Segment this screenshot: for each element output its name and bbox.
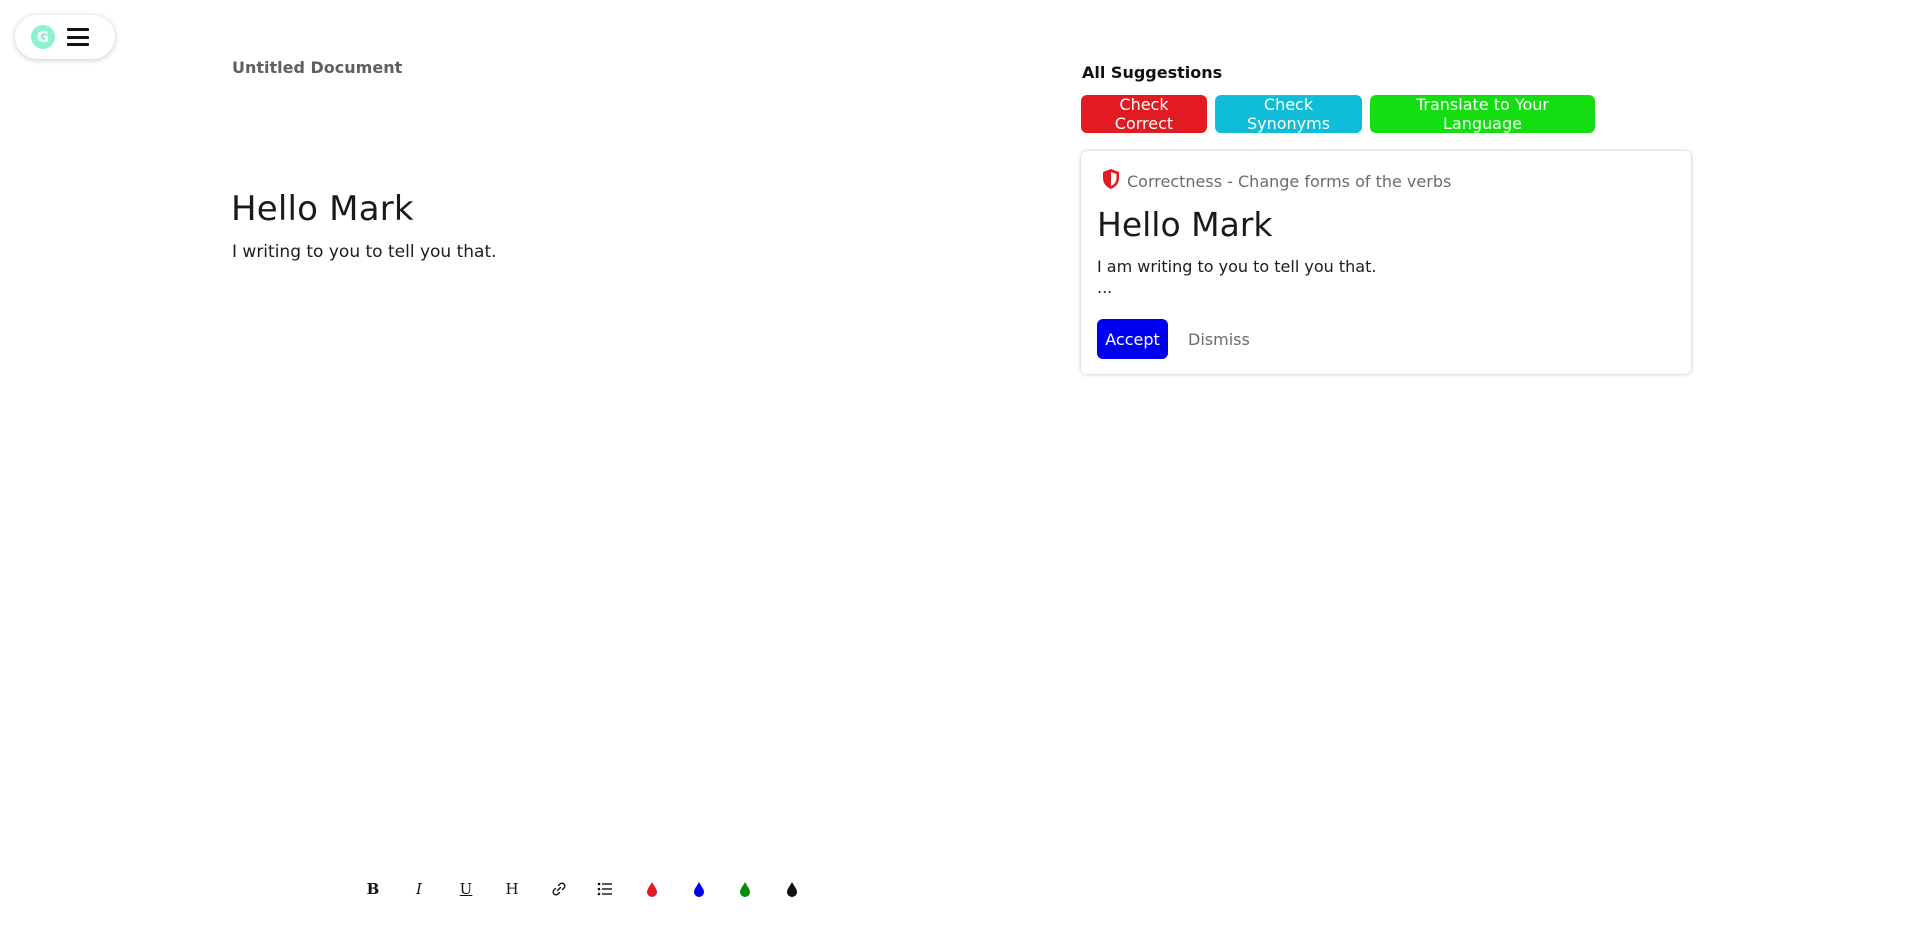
check-synonyms-button[interactable]: Check Synonyms (1215, 95, 1362, 133)
suggestion-heading: Hello Mark (1097, 205, 1273, 244)
check-correct-button[interactable]: Check Correct (1081, 95, 1207, 133)
bold-glyph: B (366, 880, 380, 898)
suggestion-actions: Check Correct Check Synonyms Translate t… (1081, 95, 1595, 133)
dismiss-button[interactable]: Dismiss (1182, 319, 1256, 359)
document-title[interactable]: Untitled Document (232, 58, 402, 77)
italic-icon[interactable]: I (406, 876, 432, 902)
underline-icon[interactable]: U (453, 876, 479, 902)
heading-glyph: H (505, 880, 519, 898)
color-green-icon[interactable] (732, 876, 758, 902)
document-heading[interactable]: Hello Mark (231, 189, 414, 229)
document-body[interactable]: I writing to you to tell you that. (232, 242, 497, 262)
suggestion-category-label: Correctness - Change forms of the verbs (1127, 171, 1452, 191)
hamburger-menu-icon[interactable] (67, 26, 89, 48)
shield-icon (1101, 168, 1121, 194)
formatting-toolbar: B I U H (0, 876, 1920, 902)
bold-icon[interactable]: B (360, 876, 386, 902)
translate-button[interactable]: Translate to Your Language (1370, 95, 1595, 133)
list-icon[interactable] (592, 876, 618, 902)
logo-letter: G (36, 27, 50, 46)
link-icon[interactable] (546, 876, 572, 902)
color-red-icon[interactable] (639, 876, 665, 902)
suggestion-ellipsis: ... (1097, 278, 1113, 297)
suggestion-category: Correctness - Change forms of the verbs (1101, 168, 1451, 194)
top-nav-pill: G (15, 15, 115, 59)
suggestion-text: I am writing to you to tell you that. (1097, 257, 1377, 276)
heading-icon[interactable]: H (499, 876, 525, 902)
page: G Untitled Document Hello Mark I writing… (0, 0, 1920, 931)
suggestion-card: Correctness - Change forms of the verbs … (1081, 151, 1691, 374)
color-blue-icon[interactable] (686, 876, 712, 902)
underline-glyph: U (459, 880, 473, 898)
accept-button[interactable]: Accept (1097, 319, 1168, 359)
app-logo-icon[interactable]: G (31, 25, 55, 49)
suggestions-title: All Suggestions (1082, 63, 1223, 82)
color-black-icon[interactable] (779, 876, 805, 902)
italic-glyph: I (416, 880, 422, 898)
